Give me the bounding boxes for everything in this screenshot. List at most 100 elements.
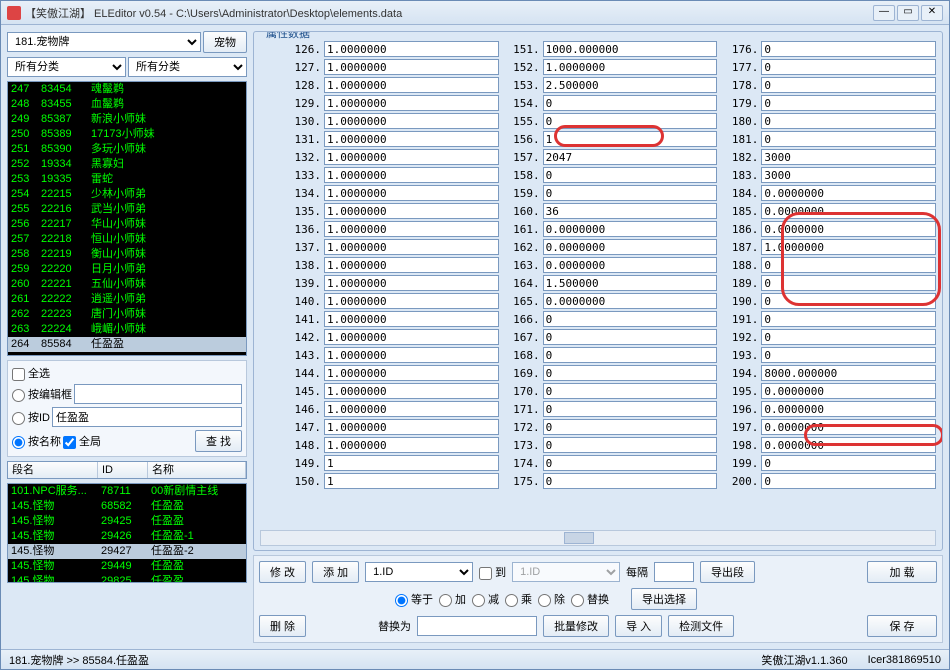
property-input[interactable] <box>324 275 499 291</box>
list-item[interactable]: 25319335雷蛇 <box>8 172 246 187</box>
result-item[interactable]: 145.怪物29449任盈盈 <box>8 559 246 574</box>
property-input[interactable] <box>324 239 499 255</box>
property-input[interactable] <box>324 437 499 453</box>
property-input[interactable] <box>543 401 718 417</box>
to-check[interactable]: 到 <box>479 564 506 580</box>
property-input[interactable] <box>543 257 718 273</box>
property-input[interactable] <box>543 347 718 363</box>
filter2-combo[interactable]: 所有分类 <box>128 57 247 77</box>
property-input[interactable] <box>761 365 936 381</box>
property-input[interactable] <box>761 95 936 111</box>
global-check[interactable]: 全局 <box>63 433 101 449</box>
result-item[interactable]: 145.怪物29427任盈盈-2 <box>8 544 246 559</box>
property-input[interactable] <box>543 437 718 453</box>
property-input[interactable] <box>543 293 718 309</box>
property-input[interactable] <box>324 185 499 201</box>
property-input[interactable] <box>761 77 936 93</box>
list-item[interactable]: 26222223唐门小师妹 <box>8 307 246 322</box>
list-item[interactable]: 25722218恒山小师妹 <box>8 232 246 247</box>
property-input[interactable] <box>324 383 499 399</box>
import-button[interactable]: 导 入 <box>615 615 662 637</box>
property-input[interactable] <box>543 275 718 291</box>
property-input[interactable] <box>324 347 499 363</box>
replace-input[interactable] <box>417 616 537 636</box>
add-button[interactable]: 添 加 <box>312 561 359 583</box>
section-combo[interactable]: 181.宠物牌 <box>7 32 201 52</box>
op-repl-radio[interactable]: 替换 <box>571 591 609 607</box>
property-input[interactable] <box>324 419 499 435</box>
maximize-button[interactable]: ▭ <box>897 5 919 21</box>
list-item[interactable]: 26485584任盈盈 <box>8 337 246 352</box>
result-item[interactable]: 101.NPC服务...7871100新剧情主线 <box>8 484 246 499</box>
field-to-combo[interactable]: 1.ID <box>512 562 620 582</box>
find-button[interactable]: 查 找 <box>195 430 242 452</box>
property-input[interactable] <box>761 275 936 291</box>
property-input[interactable] <box>324 329 499 345</box>
property-input[interactable] <box>543 221 718 237</box>
property-input[interactable] <box>543 239 718 255</box>
property-input[interactable] <box>761 401 936 417</box>
property-input[interactable] <box>543 113 718 129</box>
property-input[interactable] <box>324 401 499 417</box>
list-item[interactable]: 2508538917173小师妹 <box>8 127 246 142</box>
property-input[interactable] <box>761 149 936 165</box>
property-input[interactable] <box>761 239 936 255</box>
property-input[interactable] <box>543 149 718 165</box>
property-input[interactable] <box>543 365 718 381</box>
property-input[interactable] <box>761 203 936 219</box>
property-input[interactable] <box>761 383 936 399</box>
batch-modify-button[interactable]: 批量修改 <box>543 615 609 637</box>
list-item[interactable]: 25185390多玩小师妹 <box>8 142 246 157</box>
result-list[interactable]: 101.NPC服务...7871100新剧情主线145.怪物68582任盈盈14… <box>7 483 247 583</box>
property-input[interactable] <box>324 59 499 75</box>
property-input[interactable] <box>324 77 499 93</box>
select-all-check[interactable]: 全选 <box>12 365 242 381</box>
property-input[interactable] <box>324 131 499 147</box>
every-input[interactable] <box>654 562 694 582</box>
property-input[interactable] <box>761 311 936 327</box>
property-input[interactable] <box>324 95 499 111</box>
by-name-radio[interactable]: 按名称 <box>12 433 61 449</box>
property-input[interactable] <box>761 221 936 237</box>
save-button[interactable]: 保 存 <box>867 615 937 637</box>
property-input[interactable] <box>543 59 718 75</box>
property-input[interactable] <box>324 473 499 489</box>
list-item[interactable]: 24883455血鬣鹈 <box>8 97 246 112</box>
list-item[interactable]: 26022221五仙小师妹 <box>8 277 246 292</box>
export-segment-button[interactable]: 导出段 <box>700 561 755 583</box>
property-input[interactable] <box>761 59 936 75</box>
property-input[interactable] <box>543 131 718 147</box>
by-id-radio[interactable]: 按ID <box>12 409 50 425</box>
property-input[interactable] <box>761 293 936 309</box>
delete-button[interactable]: 删 除 <box>259 615 306 637</box>
property-input[interactable] <box>324 455 499 471</box>
property-input[interactable] <box>543 185 718 201</box>
property-input[interactable] <box>761 185 936 201</box>
edit-search-input[interactable] <box>74 384 242 404</box>
list-item[interactable]: 25822219衡山小师妹 <box>8 247 246 262</box>
filter1-combo[interactable]: 所有分类 <box>7 57 126 77</box>
list-item[interactable]: 26122222逍遥小师弟 <box>8 292 246 307</box>
property-input[interactable] <box>761 419 936 435</box>
op-div-radio[interactable]: 除 <box>538 591 565 607</box>
op-minus-radio[interactable]: 减 <box>472 591 499 607</box>
property-input[interactable] <box>543 41 718 57</box>
property-input[interactable] <box>543 77 718 93</box>
export-selection-button[interactable]: 导出选择 <box>631 588 697 610</box>
by-edit-radio[interactable]: 按编辑框 <box>12 386 72 402</box>
property-input[interactable] <box>761 329 936 345</box>
load-button[interactable]: 加 载 <box>867 561 937 583</box>
property-input[interactable] <box>761 131 936 147</box>
property-input[interactable] <box>543 167 718 183</box>
list-item[interactable]: 25622217华山小师妹 <box>8 217 246 232</box>
property-input[interactable] <box>543 203 718 219</box>
property-input[interactable] <box>324 203 499 219</box>
check-file-button[interactable]: 检测文件 <box>668 615 734 637</box>
property-input[interactable] <box>761 41 936 57</box>
property-input[interactable] <box>324 167 499 183</box>
property-input[interactable] <box>761 437 936 453</box>
field-from-combo[interactable]: 1.ID <box>365 562 473 582</box>
list-item[interactable]: 25522216武当小师弟 <box>8 202 246 217</box>
list-item[interactable]: 26322224峨嵋小师妹 <box>8 322 246 337</box>
property-input[interactable] <box>761 455 936 471</box>
